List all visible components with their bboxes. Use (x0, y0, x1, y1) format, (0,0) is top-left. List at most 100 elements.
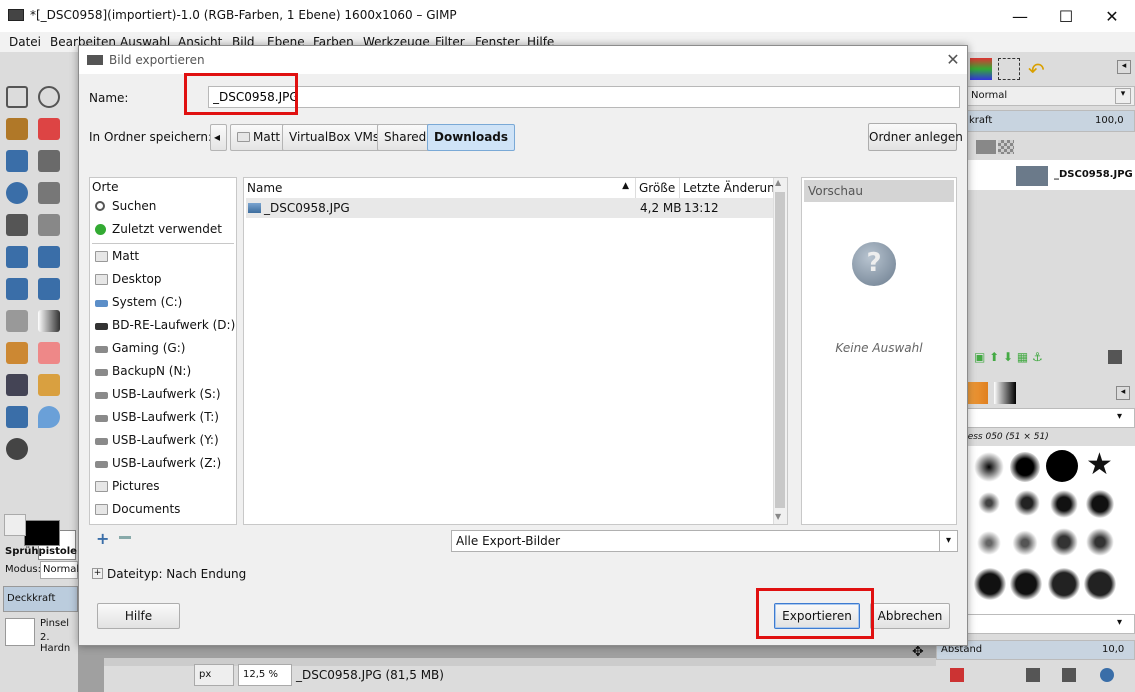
zoom-select[interactable]: 12,5 % (238, 664, 292, 686)
duplicate-brush-icon[interactable] (1026, 668, 1040, 682)
place-matt[interactable]: Matt (92, 246, 234, 268)
paintbrush-icon[interactable] (6, 342, 28, 364)
scroll-down-icon[interactable]: ▼ (775, 512, 781, 521)
zoom-icon[interactable] (6, 182, 28, 204)
breadcrumb-downloads[interactable]: Downloads (427, 124, 516, 151)
place-system-c[interactable]: System (C:) (92, 292, 234, 314)
place-label: BackupN (N:) (112, 364, 192, 378)
blur-icon[interactable] (38, 406, 60, 428)
place-bd-re-d[interactable]: BD-RE-Laufwerk (D:) (92, 315, 235, 337)
brushes-menu-icon[interactable]: ◂ (1116, 386, 1130, 400)
move-icon[interactable] (6, 214, 28, 236)
place-pictures[interactable]: Pictures (92, 476, 234, 498)
lock-pixels-icon[interactable] (976, 140, 996, 154)
breadcrumb-shared[interactable]: Shared (377, 124, 434, 151)
heal-icon[interactable] (6, 406, 28, 428)
drive-icon (95, 300, 108, 307)
folder-label: In Ordner speichern: (89, 130, 213, 144)
paths-icon[interactable] (38, 150, 60, 172)
delete-brush-icon[interactable] (1062, 668, 1076, 682)
foreground-color-swatch[interactable] (24, 520, 60, 546)
layers-tab-icon[interactable] (970, 58, 992, 80)
drive-icon (95, 415, 108, 422)
scroll-up-icon[interactable]: ▲ (775, 178, 781, 187)
free-select-icon[interactable] (6, 118, 28, 140)
remove-place-icon[interactable] (119, 536, 131, 539)
column-modified[interactable]: Letzte Änderung (680, 178, 782, 198)
maximize-button[interactable]: ☐ (1043, 0, 1089, 32)
gimp-titlebar: *[_DSC0958](importiert)-1.0 (RGB-Farben,… (0, 0, 1135, 32)
place-documents[interactable]: Documents (92, 499, 234, 521)
help-button[interactable]: Hilfe (97, 603, 180, 629)
ellipse-select-icon[interactable] (38, 86, 60, 108)
place-backupn-n[interactable]: BackupN (N:) (92, 361, 234, 383)
bucket-fill-icon[interactable] (6, 310, 28, 332)
undo-history-icon[interactable]: ↶ (1028, 58, 1050, 82)
preview-panel: Vorschau ? Keine Auswahl (801, 177, 957, 525)
delete-layer-icon[interactable] (1108, 350, 1122, 364)
expander-icon[interactable]: + (92, 568, 103, 579)
ink-icon[interactable] (6, 374, 28, 396)
brush-grid[interactable]: ★ (966, 446, 1135, 614)
place-zuletzt[interactable]: Zuletzt verwendet (92, 219, 234, 241)
dialog-titlebar: Bild exportieren ✕ (79, 46, 967, 74)
scrollbar-thumb[interactable] (775, 192, 785, 508)
place-usb-t[interactable]: USB-Laufwerk (T:) (92, 407, 234, 429)
layer-mode-value[interactable]: Normal (971, 90, 1007, 101)
place-usb-s[interactable]: USB-Laufwerk (S:) (92, 384, 234, 406)
opacity-slider[interactable]: Deckkraft (3, 586, 78, 612)
edit-brush-icon[interactable] (950, 668, 964, 682)
place-suchen[interactable]: Suchen (92, 196, 234, 218)
eraser-icon[interactable] (38, 342, 60, 364)
file-row[interactable]: _DSC0958.JPG 4,2 MB 13:12 (246, 198, 773, 218)
close-window-button[interactable]: ✕ (1089, 0, 1135, 32)
navigate-icon[interactable]: ✥ (912, 644, 924, 660)
gradient-icon[interactable] (38, 310, 60, 332)
column-size[interactable]: Größe (636, 178, 680, 198)
foreground-select-icon[interactable] (6, 150, 28, 172)
crop-icon[interactable] (6, 246, 28, 268)
create-folder-button[interactable]: Ordner anlegen (868, 123, 963, 151)
place-usb-y[interactable]: USB-Laufwerk (Y:) (92, 430, 234, 452)
place-gaming-g[interactable]: Gaming (G:) (92, 338, 234, 360)
cancel-button[interactable]: Abbrechen (870, 603, 950, 629)
brush-preview-icon[interactable] (5, 618, 35, 646)
add-place-icon[interactable]: + (96, 529, 109, 548)
flip-icon[interactable] (6, 278, 28, 300)
pattern-swatch[interactable] (966, 382, 988, 404)
gradient-swatch[interactable] (994, 382, 1016, 404)
cage-icon[interactable] (38, 278, 60, 300)
star-brush-icon: ★ (1086, 447, 1113, 482)
filetype-expander[interactable]: Dateityp: Nach Endung (107, 567, 246, 581)
menu-datei[interactable]: Datei (9, 35, 41, 49)
channels-tab-icon[interactable] (998, 58, 1020, 80)
place-label: USB-Laufwerk (Z:) (112, 456, 222, 470)
close-icon[interactable]: ✕ (944, 50, 962, 69)
minimize-button[interactable]: — (997, 0, 1043, 32)
chevron-down-icon[interactable]: ▾ (1115, 88, 1131, 104)
filename-input[interactable] (208, 86, 960, 108)
dock-menu-icon[interactable]: ◂ (1117, 60, 1131, 74)
rect-select-icon[interactable] (6, 86, 28, 108)
mode-select[interactable]: Normal (40, 561, 79, 579)
breadcrumb-virtualbox[interactable]: VirtualBox VMs (282, 124, 387, 151)
clone-icon[interactable] (38, 374, 60, 396)
breadcrumb-back-icon[interactable]: ◂ (210, 124, 227, 151)
color-picker-icon[interactable] (6, 438, 28, 460)
measure-icon[interactable] (38, 182, 60, 204)
lock-alpha-icon[interactable] (998, 140, 1014, 154)
layer-actions-icons[interactable]: ▣ ⬆ ⬇ ▦ ⚓ (974, 350, 1043, 364)
column-name[interactable]: Name ▲ (244, 178, 636, 198)
place-desktop[interactable]: Desktop (92, 269, 234, 291)
tool-options-tab-icon[interactable] (4, 514, 26, 536)
unit-select[interactable]: px (194, 664, 234, 686)
file-size: 4,2 MB (640, 201, 682, 215)
filetype-filter-select[interactable]: Alle Export-Bilder ▾ (451, 530, 958, 552)
align-icon[interactable] (38, 214, 60, 236)
breadcrumb-matt[interactable]: Matt (230, 124, 288, 151)
place-usb-z[interactable]: USB-Laufwerk (Z:) (92, 453, 234, 475)
refresh-brushes-icon[interactable] (1100, 668, 1114, 682)
rotate-icon[interactable] (38, 246, 60, 268)
question-icon: ? (852, 242, 896, 286)
fuzzy-select-icon[interactable] (38, 118, 60, 140)
